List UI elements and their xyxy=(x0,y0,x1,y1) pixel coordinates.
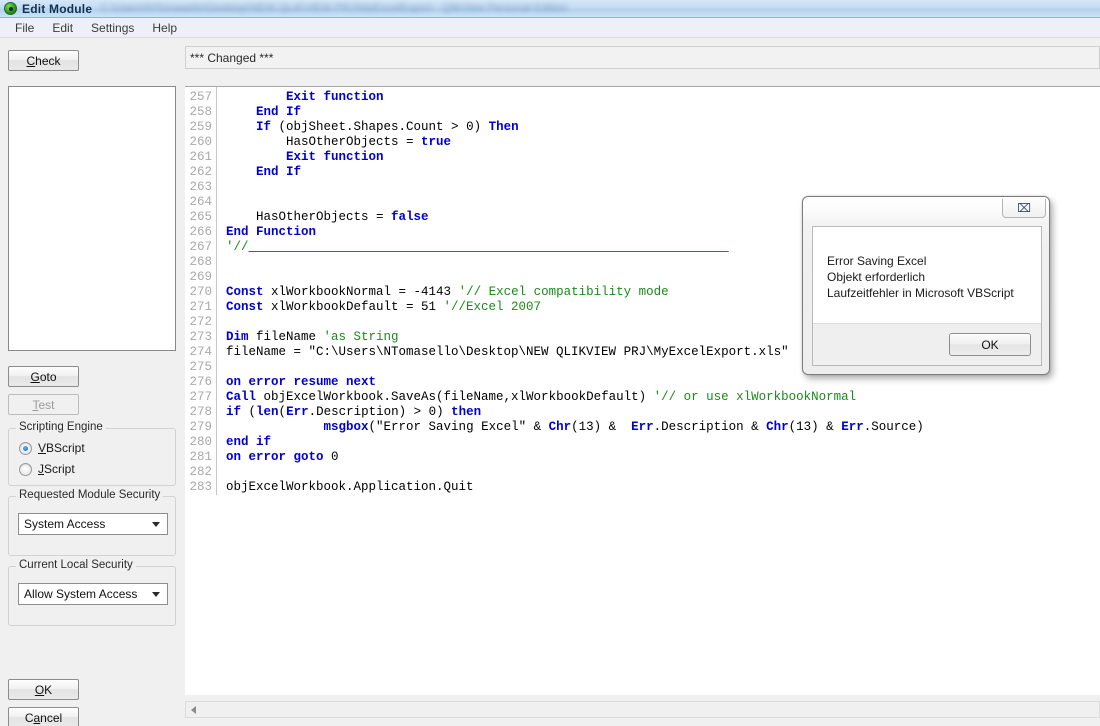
sidebar-panel: Check Goto Test Scripting Engine VBScrip… xyxy=(0,38,184,726)
vbscript-error-dialog: ⌧ Error Saving Excel Objekt erforderlich… xyxy=(802,196,1050,375)
radio-jscript[interactable]: JScript xyxy=(19,462,75,476)
code-line: End If xyxy=(256,165,302,179)
radio-unselected-icon xyxy=(19,462,32,476)
line-number: 265 xyxy=(189,210,212,224)
status-text: *** Changed *** xyxy=(190,50,274,65)
current-local-security-select[interactable]: Allow System Access xyxy=(18,583,168,605)
line-number: 257 xyxy=(189,90,212,104)
line-number: 271 xyxy=(189,300,212,314)
line-number: 258 xyxy=(189,105,212,119)
window-title: Edit Module xyxy=(22,1,93,16)
dialog-message-line-3: Laufzeitfehler in Microsoft VBScript xyxy=(827,286,1014,300)
line-number: 262 xyxy=(189,165,212,179)
current-local-security-group: Current Local Security Allow System Acce… xyxy=(8,559,176,626)
radio-vbscript-label: BScript xyxy=(46,441,85,455)
cancel-button[interactable]: Cancel xyxy=(8,707,79,726)
current-local-security-legend: Current Local Security xyxy=(16,559,136,571)
window-title-blurred-path: C:\Users\NTomasello\Desktop\NEW QLIKVIEW… xyxy=(100,1,568,14)
dialog-ok-button[interactable]: OK xyxy=(949,333,1031,356)
requested-module-security-group: Requested Module Security System Access xyxy=(8,489,176,556)
line-number: 280 xyxy=(189,435,212,449)
line-number: 267 xyxy=(189,240,212,254)
goto-button-label-rest: oto xyxy=(39,369,57,384)
edit-module-window: Edit Module C:\Users\NTomasello\Desktop\… xyxy=(0,0,1100,726)
goto-button[interactable]: Goto xyxy=(8,366,79,387)
check-button-label-rest: heck xyxy=(35,53,61,68)
line-number: 260 xyxy=(189,135,212,149)
line-number: 270 xyxy=(189,285,212,299)
line-number-gutter: 257 258 259 260 261 262 263 264 265 266 267 268 269 2… xyxy=(185,87,217,495)
line-number: 272 xyxy=(189,315,212,329)
code-line: end if xyxy=(226,435,272,449)
window-titlebar: Edit Module C:\Users\NTomasello\Desktop\… xyxy=(0,0,1100,18)
dialog-footer: OK xyxy=(813,323,1041,365)
code-line: If (objSheet.Shapes.Count > 0) Then xyxy=(256,120,519,134)
code-line: if (len(Err.Description) > 0) then xyxy=(226,405,482,419)
check-button[interactable]: Check xyxy=(8,50,79,71)
code-line: msgbox("Error Saving Excel" & Chr(13) & … xyxy=(323,420,924,434)
code-line: Exit function xyxy=(286,90,384,104)
line-number: 274 xyxy=(189,345,212,359)
line-number: 259 xyxy=(189,120,212,134)
line-number: 261 xyxy=(189,150,212,164)
dialog-message-line-2: Objekt erforderlich xyxy=(827,270,926,284)
ok-button[interactable]: OK xyxy=(8,679,79,700)
dialog-message: Error Saving Excel Objekt erforderlich L… xyxy=(813,227,1041,323)
requested-module-security-legend: Requested Module Security xyxy=(16,489,164,501)
code-line: Exit function xyxy=(286,150,384,164)
code-line: on error goto 0 xyxy=(226,450,339,464)
radio-selected-icon xyxy=(19,441,32,455)
code-line: HasOtherObjects = true xyxy=(226,135,452,149)
dialog-titlebar: ⌧ xyxy=(803,197,1049,223)
code-line: on error resume next xyxy=(226,375,377,389)
dialog-message-line-1: Error Saving Excel xyxy=(827,254,927,268)
line-number: 278 xyxy=(189,405,212,419)
requested-module-security-value: System Access xyxy=(24,517,106,531)
menu-settings[interactable]: Settings xyxy=(82,19,143,37)
menu-file[interactable]: File xyxy=(6,19,43,37)
close-icon: ⌧ xyxy=(1017,201,1031,215)
menubar: File Edit Settings Help xyxy=(0,18,1100,38)
test-button[interactable]: Test xyxy=(8,394,79,415)
line-number: 263 xyxy=(189,180,212,194)
line-number: 281 xyxy=(189,450,212,464)
line-number: 283 xyxy=(189,480,212,494)
line-number: 268 xyxy=(189,255,212,269)
code-line: End If xyxy=(256,105,302,119)
line-number: 266 xyxy=(189,225,212,239)
editor-horizontal-scrollbar[interactable] xyxy=(185,701,1100,718)
radio-vbscript[interactable]: VBScript xyxy=(19,441,85,455)
ok-button-label-rest: K xyxy=(44,682,53,697)
line-number: 264 xyxy=(189,195,212,209)
qlikview-green-circle-icon xyxy=(4,2,17,15)
scroll-left-arrow-icon[interactable] xyxy=(191,705,196,714)
line-number: 279 xyxy=(189,420,212,434)
chevron-down-icon xyxy=(152,522,160,527)
test-button-label-rest: est xyxy=(38,397,55,412)
line-number: 269 xyxy=(189,270,212,284)
cancel-button-label-rest: ncel xyxy=(40,710,63,725)
line-number: 273 xyxy=(189,330,212,344)
line-number: 282 xyxy=(189,465,212,479)
menu-help[interactable]: Help xyxy=(143,19,186,37)
chevron-down-icon xyxy=(152,592,160,597)
menu-edit[interactable]: Edit xyxy=(43,19,82,37)
code-editor[interactable]: 257 258 259 260 261 262 263 264 265 266 267 268 269 2… xyxy=(185,86,1100,695)
code-line: Call objExcelWorkbook.SaveAs(fileName,xl… xyxy=(226,390,857,404)
code-line: objExcelWorkbook.Application.Quit xyxy=(226,480,474,494)
line-number: 275 xyxy=(189,360,212,374)
dialog-body: Error Saving Excel Objekt erforderlich L… xyxy=(812,226,1042,366)
dialog-close-button[interactable]: ⌧ xyxy=(1002,199,1046,218)
requested-module-security-select[interactable]: System Access xyxy=(18,513,168,535)
scripting-engine-group: Scripting Engine VBScript JScript xyxy=(8,421,176,486)
line-number: 277 xyxy=(189,390,212,404)
line-number: 276 xyxy=(189,375,212,389)
radio-jscript-label: Script xyxy=(44,462,75,476)
status-bar: *** Changed *** xyxy=(185,46,1100,69)
scripting-engine-legend: Scripting Engine xyxy=(16,421,106,433)
module-preview-box[interactable] xyxy=(8,86,176,351)
current-local-security-value: Allow System Access xyxy=(24,587,138,601)
